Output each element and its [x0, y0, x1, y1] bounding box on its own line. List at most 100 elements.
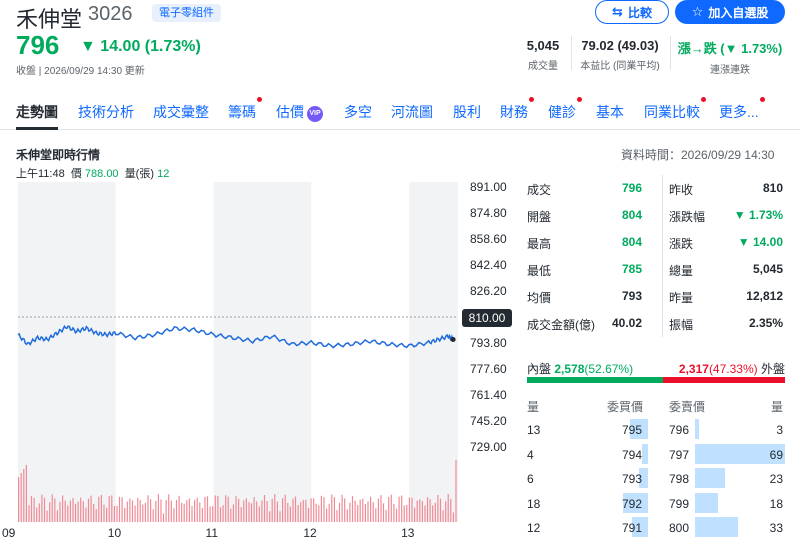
- volume-bar: [59, 501, 61, 522]
- volume-bar: [165, 500, 167, 522]
- quote-row: 成交金額(億) 40.02 振幅 2.35%: [527, 310, 785, 337]
- volume-bar: [452, 512, 454, 522]
- volume-bar: [434, 502, 436, 522]
- volume-bar: [118, 496, 121, 522]
- quote-label: 總量: [669, 264, 694, 278]
- volume-bar: [385, 509, 387, 522]
- volume-bar: [282, 498, 284, 522]
- volume-bar: [170, 500, 172, 522]
- volume-bar: [326, 508, 328, 522]
- volume-bar: [28, 505, 30, 522]
- volume-bar: [370, 496, 372, 522]
- volume-bar: [74, 503, 77, 522]
- volume-bar: [214, 495, 216, 522]
- volume-bar: [357, 505, 359, 522]
- y-tick-label: 858.60: [470, 232, 507, 246]
- volume-bar: [421, 501, 423, 522]
- orderbook-row: 12 791 33 800: [527, 516, 785, 540]
- hour-band: [409, 182, 458, 522]
- volume-bar: [103, 504, 105, 522]
- volume-bar: [238, 498, 240, 522]
- volume-bar: [106, 507, 108, 522]
- volume-bar: [93, 504, 95, 522]
- volume-bar: [292, 498, 294, 522]
- volume-bar: [100, 494, 102, 522]
- ask-price: 797: [669, 447, 690, 462]
- volume-bar: [33, 497, 35, 522]
- volume-bar: [439, 498, 442, 522]
- volume-bar: [359, 499, 361, 522]
- volume-bar: [372, 502, 374, 522]
- quote-label: 成交: [527, 183, 552, 197]
- bid-price: 795: [621, 423, 642, 437]
- volume-bar: [284, 494, 286, 522]
- volume-bar: [69, 500, 71, 522]
- bid-side: 12 791: [527, 516, 648, 540]
- bid-side: 13 795: [527, 418, 648, 442]
- volume-bar: [243, 500, 245, 522]
- volume-bar: [121, 497, 123, 522]
- ask-price: 796: [669, 423, 690, 437]
- volume-bar: [429, 499, 431, 522]
- volume-bar: [51, 494, 53, 522]
- volume-bar: [152, 509, 154, 522]
- quote-value: 5,045: [752, 262, 783, 276]
- volume-bar: [150, 499, 152, 522]
- volume-bar: [111, 495, 113, 522]
- divider: [662, 175, 663, 337]
- volume-bar: [411, 497, 413, 522]
- volume-bar: [437, 495, 439, 522]
- volume-bar: [41, 494, 43, 522]
- volume-bar: [377, 498, 379, 522]
- quote-value: 40.02: [611, 316, 642, 330]
- volume-bar: [261, 500, 263, 522]
- ask-volume-bar: [695, 419, 699, 439]
- quote-label: 昨收: [669, 183, 694, 197]
- quote-value: 804: [621, 208, 642, 222]
- volume-bar: [315, 503, 317, 522]
- y-tick-label: 745.20: [470, 414, 507, 428]
- volume-bar: [162, 513, 165, 522]
- volume-bar: [266, 501, 268, 522]
- volume-bar: [124, 507, 126, 522]
- volume-bar: [80, 497, 82, 522]
- volume-bar: [450, 499, 452, 522]
- ask-price: 800: [669, 521, 690, 535]
- volume-bar: [395, 508, 398, 522]
- volume-bar: [447, 494, 449, 522]
- volume-bar: [126, 501, 128, 522]
- orderbook-row: 4 794 69 797: [527, 443, 785, 467]
- volume-bar: [194, 499, 196, 522]
- volume-bar: [191, 505, 193, 522]
- volume-bar: [432, 505, 434, 522]
- volume-bar: [160, 499, 162, 522]
- volume-bar: [147, 495, 149, 522]
- volume-bar: [87, 498, 90, 522]
- volume-bar: [414, 507, 416, 522]
- volume-bar: [310, 498, 312, 522]
- volume-bar: [349, 502, 351, 522]
- y-tick-label: 777.60: [470, 362, 507, 376]
- orderbook-row: 13 795 3 796: [527, 418, 785, 442]
- volume-bar: [134, 505, 136, 522]
- inside-ratio-fill: [527, 377, 663, 383]
- volume-bar: [30, 496, 33, 522]
- volume-bar: [235, 496, 237, 522]
- x-tick-label: 12: [303, 526, 317, 540]
- volume-bar: [137, 497, 139, 522]
- quote-value: 12,812: [746, 289, 783, 303]
- volume-bar: [181, 502, 183, 522]
- volume-bar: [38, 503, 40, 522]
- volume-bar: [219, 507, 222, 522]
- quote-row: 最低 785 總量 5,045: [527, 256, 785, 283]
- volume-bar: [253, 497, 255, 522]
- ask-volume: 69: [769, 447, 783, 462]
- bid-side: 6 793: [527, 467, 648, 491]
- volume-bar: [90, 495, 92, 522]
- volume-bar: [302, 499, 304, 522]
- x-tick-label: 13: [401, 526, 415, 540]
- volume-bar: [416, 500, 418, 522]
- volume-bar: [178, 495, 180, 522]
- volume-bar: [129, 498, 131, 522]
- quote-value: ▼ 14.00: [737, 235, 783, 249]
